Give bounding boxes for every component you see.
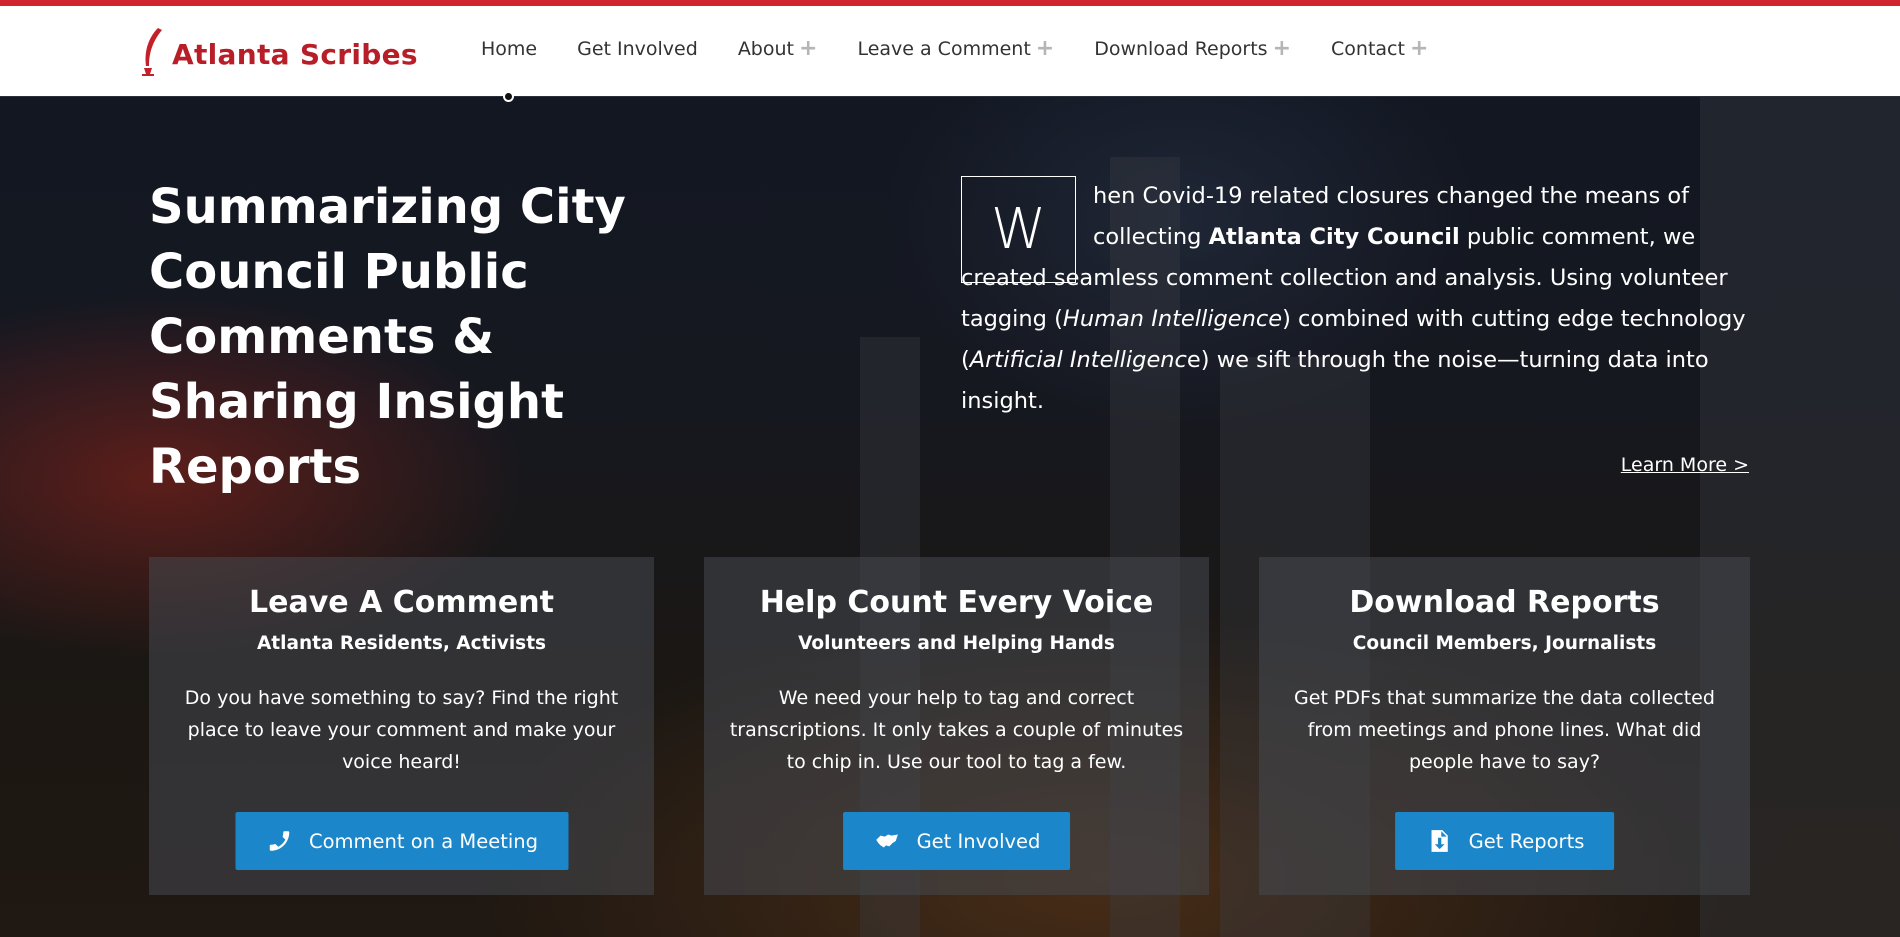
nav-item-get-involved[interactable]: Get Involved — [577, 38, 698, 60]
card-help-count: Help Count Every Voice Volunteers and He… — [704, 557, 1209, 895]
button-label: Get Reports — [1468, 829, 1585, 853]
learn-more-link[interactable]: Learn More > — [1621, 454, 1749, 476]
phone-icon — [265, 827, 293, 855]
quill-icon — [138, 26, 164, 82]
get-involved-button[interactable]: Get Involved — [842, 812, 1071, 870]
card-subtitle: Atlanta Residents, Activists — [256, 633, 547, 654]
nav-item-label: Download Reports — [1094, 38, 1268, 60]
nav-item-label: Home — [481, 38, 538, 60]
hero-headline: Summarizing City Council Public Comments… — [149, 175, 789, 500]
headline-line: Sharing Insight Reports — [149, 374, 565, 495]
dropcap: W — [961, 176, 1076, 283]
hero-section: Summarizing City Council Public Comments… — [0, 97, 1900, 937]
nav-item-leave-a-comment[interactable]: Leave a Comment + — [857, 38, 1054, 61]
card-title: Leave A Comment — [249, 585, 554, 620]
nav-item-about[interactable]: About + — [737, 38, 818, 61]
site-header: Atlanta Scribes Home Get Involved About … — [0, 0, 1900, 97]
nav-item-label: About — [737, 38, 794, 60]
headline-line: Council Public — [149, 244, 529, 300]
handshake-icon — [873, 827, 901, 855]
file-download-icon — [1425, 827, 1453, 855]
get-reports-button[interactable]: Get Reports — [1394, 812, 1615, 870]
intro-italic: Human Intelligence — [1062, 306, 1283, 332]
card-subtitle: Volunteers and Helping Hands — [798, 633, 1115, 654]
card-subtitle: Council Members, Journalists — [1352, 633, 1657, 654]
brand-name: Atlanta Scribes — [172, 37, 418, 71]
main-nav: Home Get Involved About + Leave a Commen… — [481, 38, 1468, 61]
nav-item-contact[interactable]: Contact + — [1331, 38, 1428, 61]
hero-intro: hen Covid-19 related closures changed th… — [961, 176, 1751, 422]
card-leave-comment: Leave A Comment Atlanta Residents, Activ… — [149, 557, 654, 895]
active-nav-indicator — [503, 91, 514, 102]
button-label: Get Involved — [916, 829, 1041, 853]
card-download-reports: Download Reports Council Members, Journa… — [1259, 557, 1750, 895]
plus-icon[interactable]: + — [799, 38, 817, 60]
nav-item-home[interactable]: Home — [481, 38, 537, 60]
headline-line: Comments & — [149, 309, 495, 365]
nav-item-label: Leave a Comment — [857, 38, 1031, 60]
plus-icon[interactable]: + — [1273, 38, 1291, 60]
card-body: We need your help to tag and correct tra… — [729, 687, 1184, 773]
nav-item-download-reports[interactable]: Download Reports + — [1094, 38, 1291, 61]
card-title: Download Reports — [1349, 585, 1660, 620]
site-logo[interactable]: Atlanta Scribes — [138, 26, 418, 82]
plus-icon[interactable]: + — [1410, 38, 1428, 60]
nav-item-label: Contact — [1331, 38, 1405, 60]
card-body: Get PDFs that summarize the data collect… — [1294, 687, 1715, 773]
intro-italic: Artificial Intelligenc — [969, 347, 1187, 373]
intro-bold: Atlanta City Council — [1208, 224, 1460, 250]
comment-on-meeting-button[interactable]: Comment on a Meeting — [235, 812, 568, 870]
button-label: Comment on a Meeting — [309, 829, 538, 853]
card-title: Help Count Every Voice — [759, 585, 1154, 620]
plus-icon[interactable]: + — [1036, 38, 1054, 60]
headline-line: Summarizing City — [149, 179, 626, 235]
card-body: Do you have something to say? Find the r… — [184, 687, 619, 773]
nav-item-label: Get Involved — [577, 38, 698, 60]
